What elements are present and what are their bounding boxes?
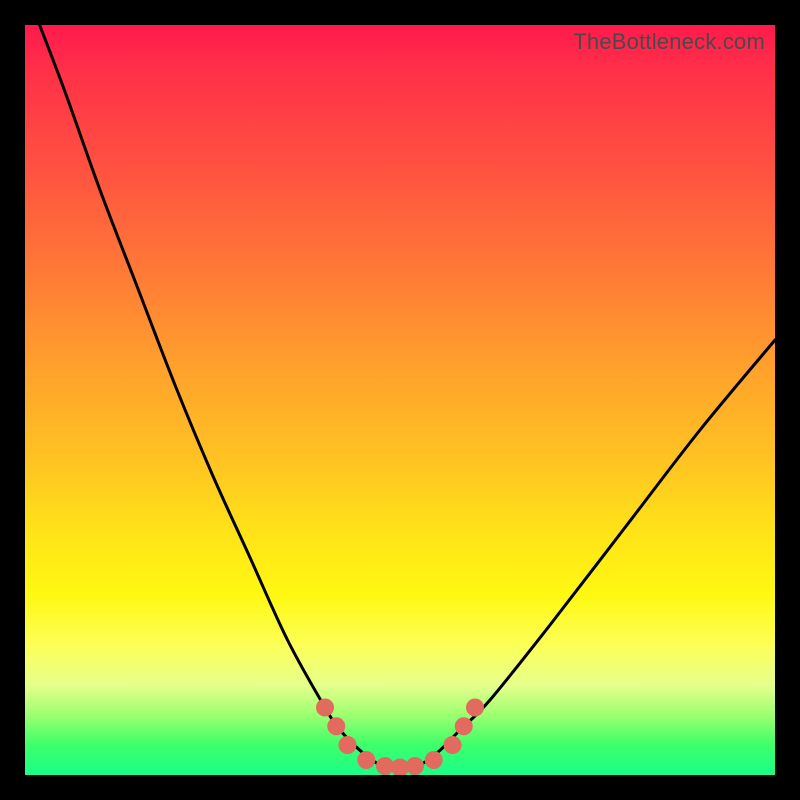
- highlight-dot: [406, 757, 424, 775]
- highlight-dot: [327, 717, 345, 735]
- highlight-dot: [455, 717, 473, 735]
- chart-overlay-svg: [25, 25, 775, 775]
- chart-plot-area: TheBottleneck.com: [25, 25, 775, 775]
- highlight-dot: [357, 751, 375, 769]
- highlight-dots-group: [316, 699, 484, 776]
- highlight-dot: [466, 699, 484, 717]
- highlight-dot: [316, 699, 334, 717]
- chart-frame: TheBottleneck.com: [0, 0, 800, 800]
- bottleneck-curve: [25, 25, 775, 769]
- highlight-dot: [339, 736, 357, 754]
- highlight-dot: [425, 751, 443, 769]
- highlight-dot: [444, 736, 462, 754]
